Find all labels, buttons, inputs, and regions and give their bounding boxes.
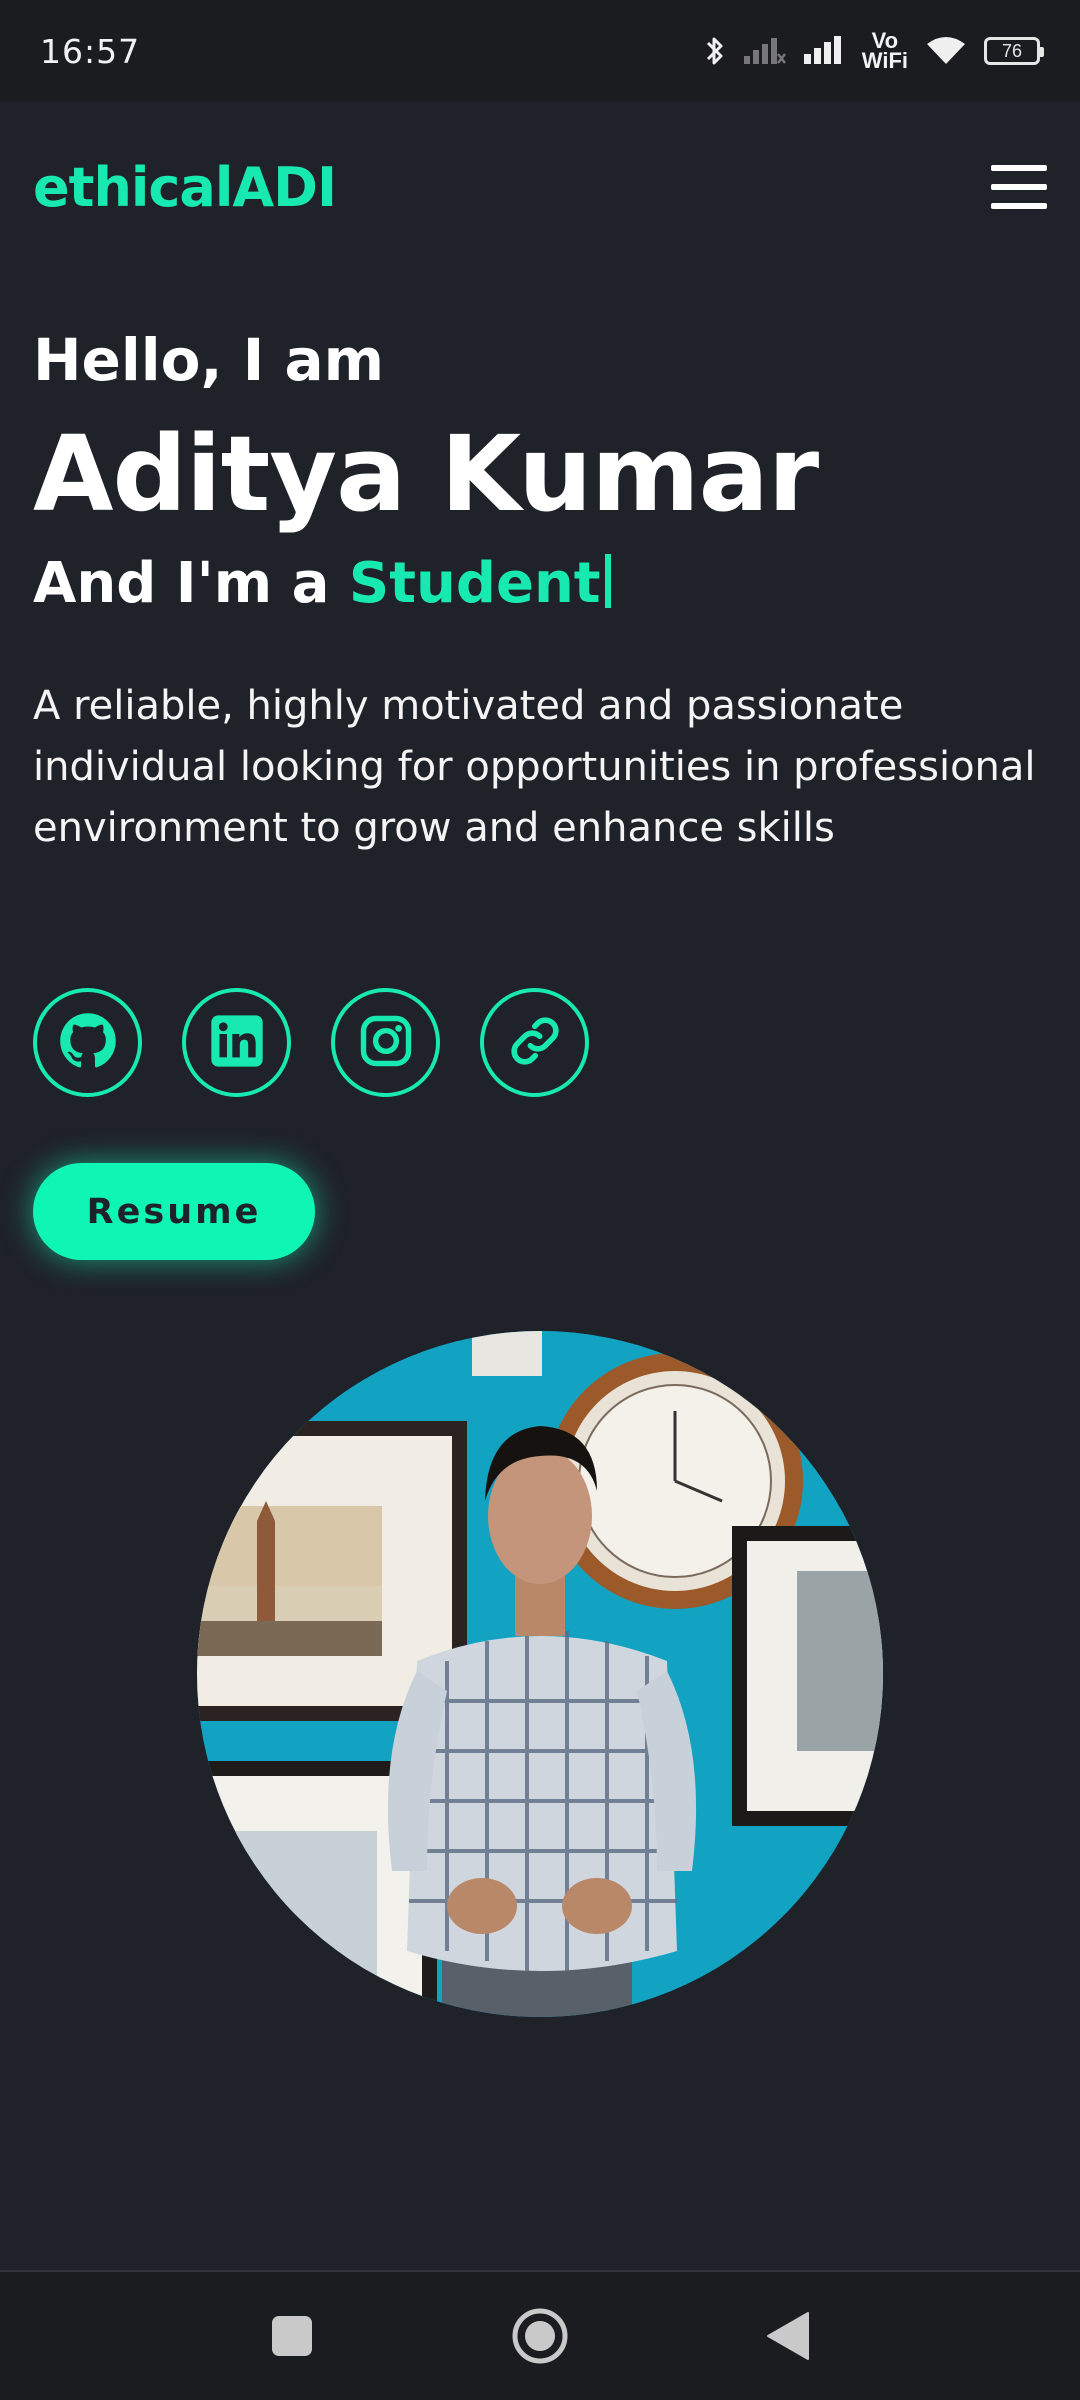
hero-section: Hello, I am Aditya Kumar And I'm a Stude… [33, 320, 1043, 859]
linkedin-icon [209, 1013, 265, 1073]
back-triangle-icon[interactable] [753, 2301, 823, 2371]
instagram-icon [359, 1014, 413, 1072]
system-nav-bar [0, 2270, 1080, 2400]
status-time: 16:57 [40, 31, 141, 71]
wifi-icon [926, 36, 966, 66]
github-icon [59, 1012, 117, 1074]
role-value: Student [348, 551, 601, 616]
vowifi-bottom: WiFi [861, 48, 908, 73]
status-bar: 16:57 Vo WiFi 76 [0, 0, 1080, 102]
profile-photo [197, 1331, 883, 2017]
role-line: And I'm a Student [33, 544, 1043, 624]
signal-strong-icon [803, 36, 844, 66]
profile-photo-illustration [197, 1331, 883, 2017]
typing-caret [604, 554, 611, 608]
hero-description: A reliable, highly motivated and passion… [33, 683, 1036, 851]
social-links [33, 988, 589, 1097]
menu-line [991, 165, 1047, 171]
vowifi-indicator: Vo WiFi [861, 30, 908, 73]
bluetooth-icon [704, 34, 726, 68]
site-header: ethicalADI [0, 102, 1080, 272]
status-icons: Vo WiFi 76 [704, 30, 1044, 73]
signal-weak-icon [743, 36, 786, 66]
battery-level: 76 [1001, 40, 1023, 61]
instagram-link[interactable] [331, 988, 440, 1097]
home-circle-icon[interactable] [505, 2301, 575, 2371]
role-prefix: And I'm a [33, 551, 349, 616]
website-link[interactable] [480, 988, 589, 1097]
github-link[interactable] [33, 988, 142, 1097]
recents-square-icon[interactable] [257, 2301, 327, 2371]
linkedin-link[interactable] [182, 988, 291, 1097]
link-icon [507, 1013, 563, 1073]
menu-line [991, 184, 1047, 190]
hero-name: Aditya Kumar [33, 413, 819, 535]
hamburger-menu-icon[interactable] [991, 165, 1047, 209]
greeting: Hello, I am [33, 326, 385, 394]
resume-button[interactable]: Resume [33, 1163, 315, 1260]
site-logo[interactable]: ethicalADI [33, 156, 337, 219]
battery-icon: 76 [984, 37, 1044, 65]
menu-line [991, 203, 1047, 209]
